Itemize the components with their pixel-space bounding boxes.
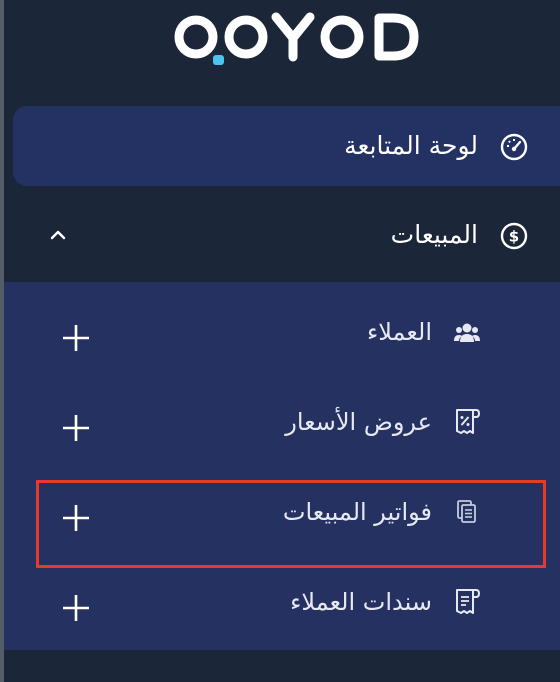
users-icon (454, 323, 480, 342)
add-customer-plus-icon[interactable] (61, 323, 91, 353)
submenu-item-customer-receipts-label: سندات العملاء (290, 588, 432, 616)
receipt-percent-icon (456, 409, 481, 434)
sidebar-group-sales-label: المبيعات (390, 220, 478, 249)
speedometer-icon (500, 133, 528, 161)
receipt-icon (456, 589, 481, 614)
qoyod-logo[interactable] (0, 0, 560, 80)
add-customer-receipt-plus-icon[interactable] (61, 593, 91, 623)
chevron-up-icon[interactable] (48, 228, 68, 242)
highlight-box (36, 480, 546, 568)
submenu-item-quotations-label: عروض الأسعار (285, 408, 432, 436)
svg-text:$: $ (509, 228, 519, 246)
sidebar-item-dashboard-label: لوحة المتابعة (344, 131, 478, 160)
submenu-item-customers-label: العملاء (366, 318, 432, 346)
add-quotation-plus-icon[interactable] (61, 413, 91, 443)
dollar-circle-icon: $ (500, 222, 528, 250)
